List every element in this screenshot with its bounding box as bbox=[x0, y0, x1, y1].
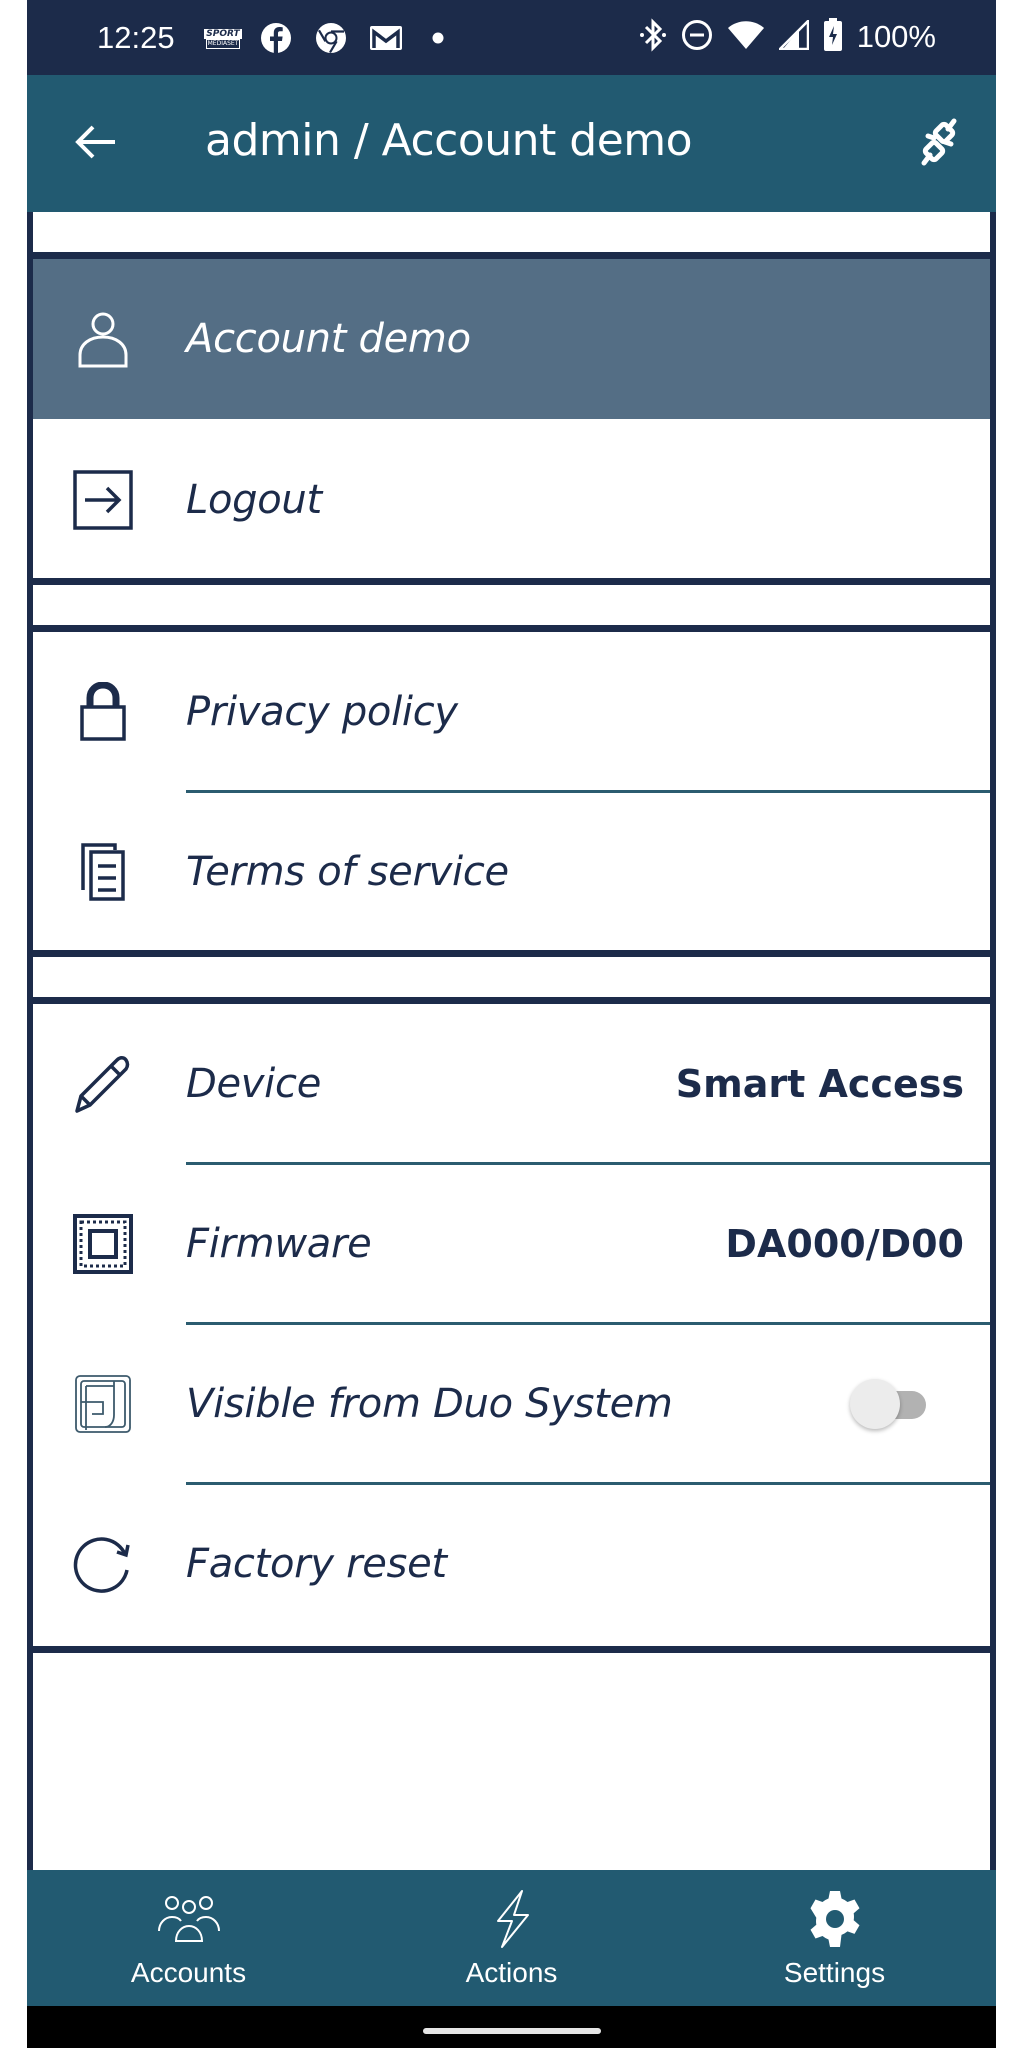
refresh-icon bbox=[73, 1534, 133, 1594]
arrow-left-icon bbox=[75, 125, 115, 159]
account-row[interactable]: Account demo bbox=[33, 259, 990, 419]
nav-settings[interactable]: Settings bbox=[673, 1870, 996, 2006]
bluetooth-icon bbox=[639, 18, 667, 56]
toggle-thumb bbox=[850, 1379, 900, 1429]
section-divider bbox=[33, 578, 990, 585]
section-divider bbox=[33, 252, 990, 259]
settings-content: Account demo Logout Privacy policy Terms… bbox=[33, 212, 990, 1870]
firmware-value: DA000/D00 bbox=[725, 1222, 964, 1266]
firmware-row[interactable]: Firmware DA000/D00 bbox=[33, 1164, 990, 1324]
privacy-policy-row[interactable]: Privacy policy bbox=[33, 632, 990, 792]
logout-label: Logout bbox=[186, 477, 322, 523]
lock-icon bbox=[73, 682, 133, 742]
page-title: admin / Account demo bbox=[205, 115, 693, 166]
section-divider bbox=[33, 950, 990, 957]
section-divider bbox=[33, 625, 990, 632]
sport-label: SPORT bbox=[204, 29, 242, 39]
chrome-icon bbox=[315, 22, 347, 54]
factory-reset-row[interactable]: Factory reset bbox=[33, 1484, 990, 1644]
gear-icon bbox=[803, 1887, 867, 1951]
gmail-icon bbox=[369, 22, 403, 54]
device-label: Device bbox=[186, 1061, 321, 1107]
facebook-icon bbox=[260, 22, 292, 54]
factory-reset-label: Factory reset bbox=[186, 1541, 447, 1587]
documents-icon bbox=[73, 842, 133, 902]
system-status-icons: 100% bbox=[639, 17, 936, 56]
bottom-navigation: Accounts Actions Settings bbox=[27, 1870, 996, 2006]
sport-mediaset-icon: SPORT MEDIASET bbox=[204, 28, 242, 50]
wifi-icon bbox=[727, 20, 765, 54]
nav-accounts-label: Accounts bbox=[130, 1957, 247, 1988]
mediaset-label: MEDIASET bbox=[205, 39, 241, 49]
privacy-policy-label: Privacy policy bbox=[186, 689, 458, 735]
account-label: Account demo bbox=[186, 316, 471, 362]
duo-system-icon bbox=[73, 1374, 133, 1434]
firmware-label: Firmware bbox=[186, 1221, 372, 1267]
pencil-icon bbox=[73, 1054, 133, 1114]
nav-accounts[interactable]: Accounts bbox=[27, 1870, 350, 2006]
nav-actions[interactable]: Actions bbox=[350, 1870, 673, 2006]
gesture-navigation-area bbox=[27, 2006, 996, 2048]
person-icon bbox=[73, 309, 133, 369]
section-divider bbox=[33, 997, 990, 1004]
battery-percentage: 100% bbox=[856, 19, 936, 54]
dot-icon bbox=[431, 22, 445, 54]
nav-actions-label: Actions bbox=[465, 1957, 558, 1988]
battery-charging-icon bbox=[823, 18, 843, 56]
back-button[interactable] bbox=[71, 117, 121, 167]
visible-from-duo-label: Visible from Duo System bbox=[186, 1381, 673, 1427]
home-gesture-handle[interactable] bbox=[423, 2028, 601, 2034]
do-not-disturb-icon bbox=[681, 19, 713, 55]
terms-of-service-row[interactable]: Terms of service bbox=[33, 792, 990, 952]
logout-icon bbox=[73, 470, 133, 530]
terms-of-service-label: Terms of service bbox=[186, 849, 509, 895]
status-bar: 12:25 SPORT MEDIASET 100% bbox=[27, 0, 996, 75]
users-icon bbox=[157, 1887, 221, 1951]
phone-screen: 12:25 SPORT MEDIASET 100% admin / Accoun… bbox=[27, 0, 996, 2048]
lightning-icon bbox=[480, 1887, 544, 1951]
disconnect-button[interactable] bbox=[910, 113, 968, 171]
visible-from-duo-row: Visible from Duo System bbox=[33, 1324, 990, 1484]
nav-settings-label: Settings bbox=[783, 1957, 886, 1988]
cellular-signal-icon bbox=[776, 17, 809, 54]
section-divider bbox=[33, 1646, 990, 1653]
app-header: admin / Account demo bbox=[27, 75, 996, 212]
device-value: Smart Access bbox=[675, 1062, 964, 1106]
device-row[interactable]: Device Smart Access bbox=[33, 1004, 990, 1164]
visible-from-duo-toggle[interactable] bbox=[850, 1378, 926, 1430]
status-time: 12:25 bbox=[97, 20, 175, 55]
chip-icon bbox=[73, 1214, 133, 1274]
logout-row[interactable]: Logout bbox=[33, 420, 990, 580]
plug-disconnect-icon bbox=[921, 118, 957, 166]
